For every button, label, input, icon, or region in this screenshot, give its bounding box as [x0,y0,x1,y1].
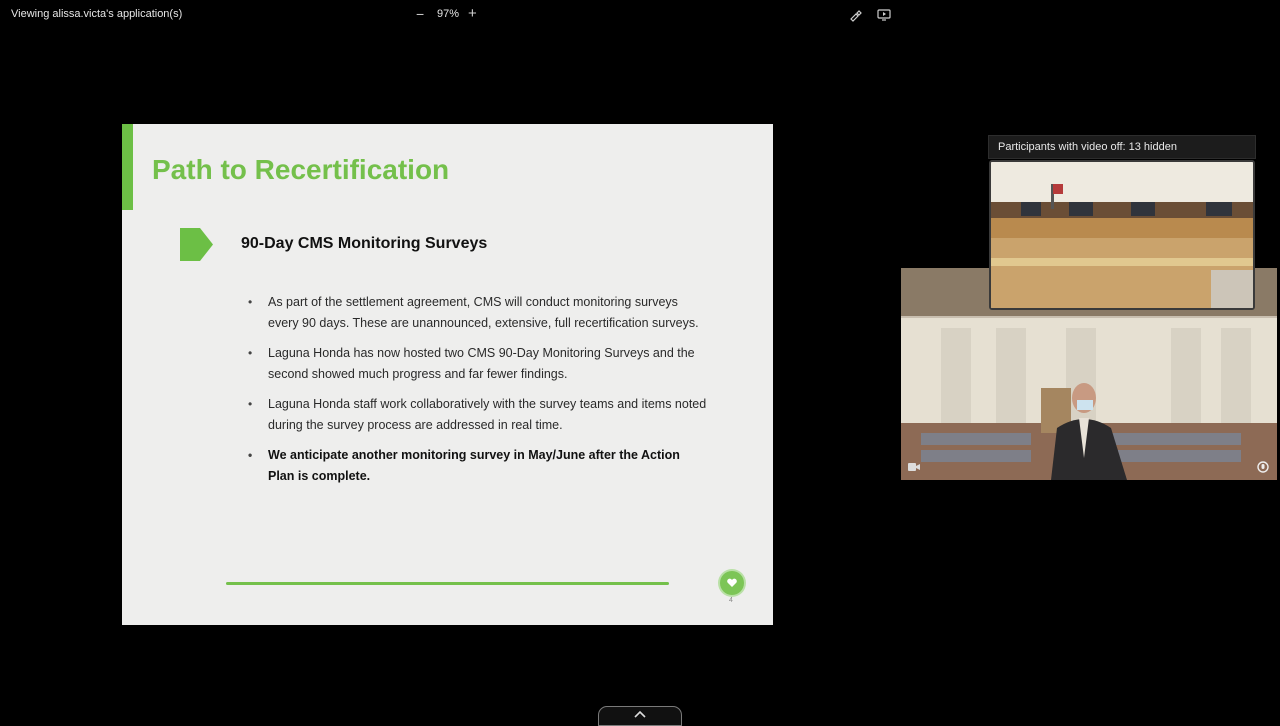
section-arrow-icon [180,228,213,261]
annotate-icon[interactable] [849,8,863,22]
viewing-label: Viewing alissa.victa's application(s) [11,8,183,20]
slide-accent-bar [122,124,133,210]
bullet-item: • Laguna Honda has now hosted two CMS 90-… [248,343,708,384]
zoom-level: 97% [437,8,460,20]
shared-slide: Path to Recertification 90-Day CMS Monit… [122,124,773,625]
bullet-text: Laguna Honda staff work collaboratively … [268,397,707,432]
chevron-up-icon [634,710,646,718]
video-off-icon [907,460,921,472]
bullet-dot: • [248,448,253,462]
toolbar-expand-button[interactable] [598,706,682,726]
bullet-text: As part of the settlement agreement, CMS… [268,295,699,330]
top-bar: Viewing alissa.victa's application(s) − … [0,0,1280,30]
chamber-video-frame [991,162,1253,308]
heart-logo-icon [720,571,744,595]
mic-icon [1257,460,1269,473]
bullet-item: • As part of the settlement agreement, CM… [248,292,708,333]
bullet-dot: • [248,346,253,360]
bullet-item: • We anticipate another monitoring survey… [248,445,708,486]
zoom-out-button[interactable]: − [416,6,424,22]
zoom-in-button[interactable]: + [468,5,477,22]
section-heading: 90-Day CMS Monitoring Surveys [241,235,488,252]
slide-title: Path to Recertification [152,154,450,185]
remote-control-icon[interactable] [877,8,891,22]
bullet-list: • As part of the settlement agreement, CM… [248,292,708,496]
bullet-dot: • [248,295,253,309]
bullet-item: • Laguna Honda staff work collaboratively… [248,394,708,435]
bullet-dot: • [248,397,253,411]
participants-hidden-label: Participants with video off: 13 hidden [998,141,1177,153]
participants-header[interactable]: Participants with video off: 13 hidden [988,135,1256,159]
bullet-text: Laguna Honda has now hosted two CMS 90-D… [268,346,695,381]
participant-video-chamber[interactable] [989,160,1255,310]
bullet-text: We anticipate another monitoring survey … [268,448,680,483]
slide-footer-line [226,582,669,585]
slide-page-number: 4 [729,597,733,604]
